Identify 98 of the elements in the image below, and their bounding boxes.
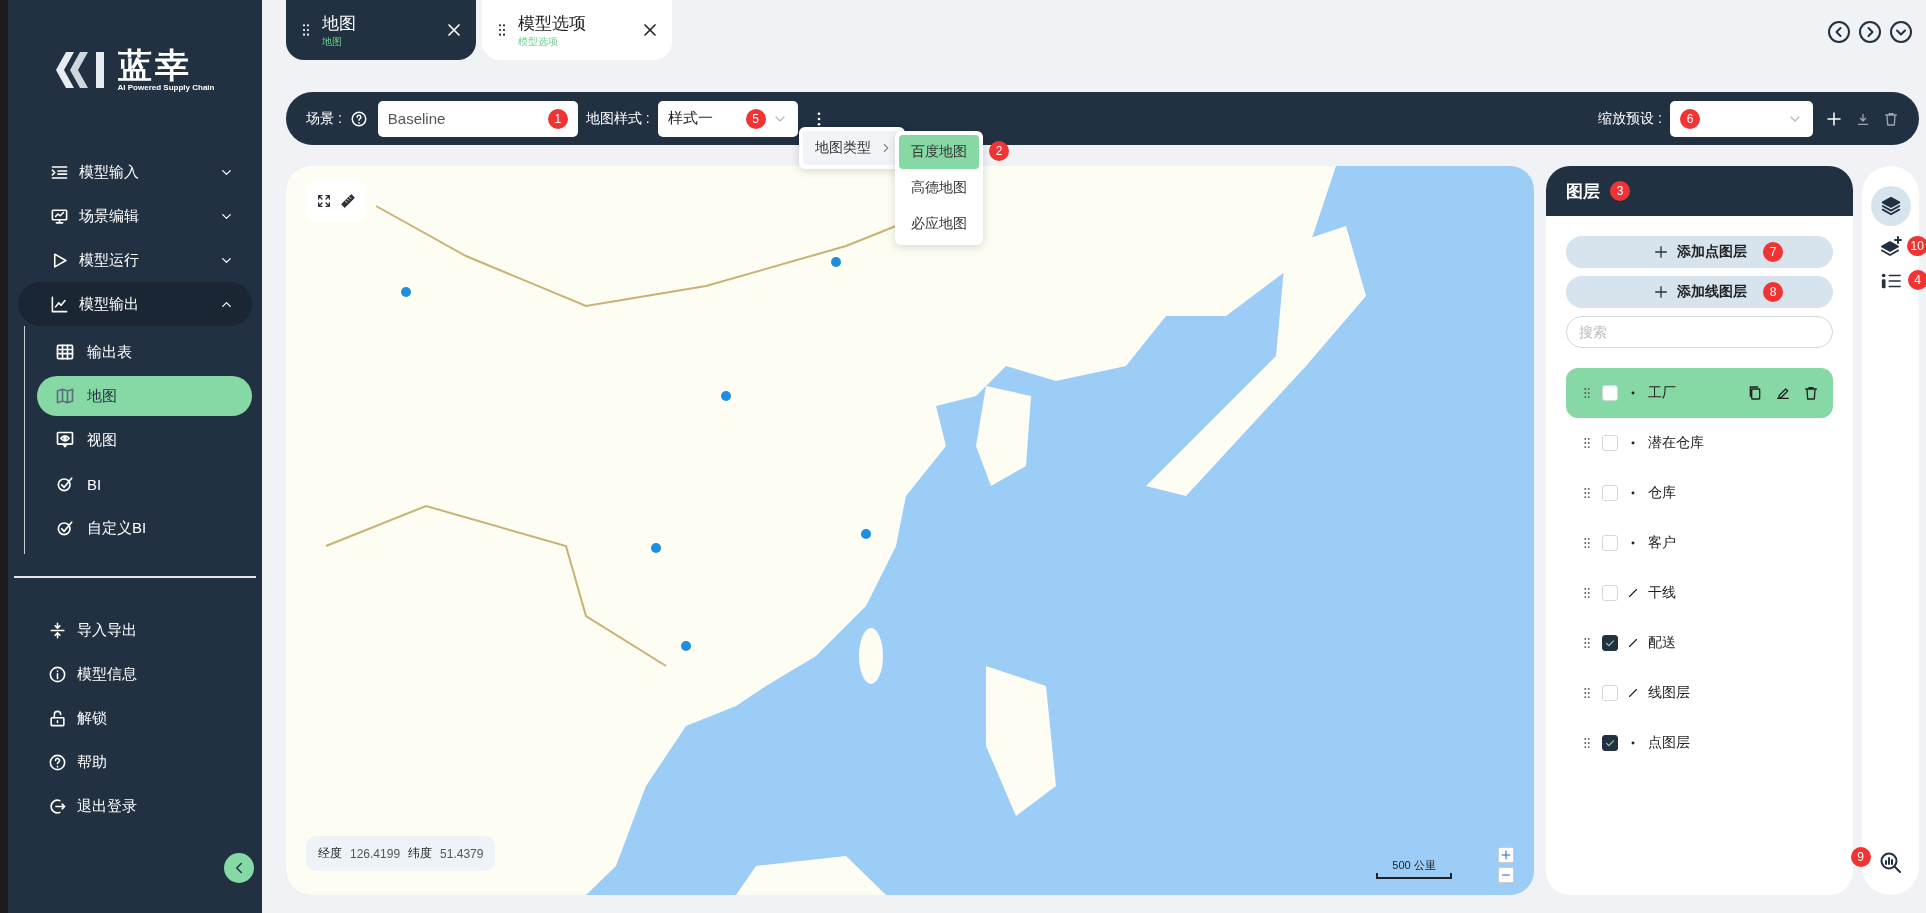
number-badge: 5 bbox=[745, 108, 766, 129]
layer-row[interactable]: 工厂 bbox=[1566, 368, 1833, 418]
map-icon bbox=[55, 386, 75, 406]
chart-search-icon[interactable] bbox=[1878, 851, 1903, 875]
tab-subtitle: 地图 bbox=[322, 34, 343, 49]
field-label: 场景 : bbox=[306, 109, 342, 128]
fullscreen-icon[interactable] bbox=[316, 193, 332, 209]
collapse-button[interactable] bbox=[224, 853, 254, 883]
monitor-eye-icon bbox=[55, 430, 75, 450]
layer-name: 线图层 bbox=[1648, 684, 1690, 702]
field-label: 缩放预设 : bbox=[1598, 109, 1662, 128]
plus-icon bbox=[1652, 284, 1669, 300]
line-icon bbox=[1626, 636, 1640, 650]
number-badge: 10 bbox=[1906, 236, 1926, 256]
chart-check-icon bbox=[55, 518, 75, 538]
line-chart-icon bbox=[50, 294, 69, 314]
field-value: Baseline bbox=[387, 110, 447, 127]
plus-icon bbox=[1652, 244, 1669, 260]
layer-name: 客户 bbox=[1648, 534, 1676, 552]
logo-tagline: AI Powered Supply Chain bbox=[117, 83, 215, 93]
nav-subitem[interactable]: 自定义BI bbox=[37, 508, 252, 548]
layer-name: 工厂 bbox=[1648, 384, 1676, 402]
info-icon bbox=[48, 664, 67, 684]
chart-check-icon bbox=[55, 474, 75, 494]
nav-item[interactable]: 模型输出 bbox=[18, 282, 252, 326]
previous-icon[interactable] bbox=[1827, 20, 1851, 44]
tab[interactable]: 地图 地图 bbox=[286, 0, 476, 60]
layer-row[interactable]: 仓库 bbox=[1566, 468, 1833, 518]
menu-item[interactable]: 百度地图 bbox=[899, 135, 979, 169]
tab[interactable]: 模型选项 模型选项 bbox=[482, 0, 672, 60]
layers-icon bbox=[1879, 195, 1902, 217]
coordinate-label: 纬度 bbox=[408, 845, 433, 862]
add-icon[interactable] bbox=[1825, 109, 1843, 128]
copy-icon[interactable] bbox=[1747, 385, 1763, 401]
logo-text: 蓝幸 bbox=[117, 47, 193, 84]
layer-row[interactable]: 干线 bbox=[1566, 568, 1833, 618]
panel-title: 图层 bbox=[1566, 180, 1600, 203]
nav-subitem[interactable]: 地图 bbox=[37, 376, 252, 416]
coordinate-value: 51.4379 bbox=[440, 846, 484, 861]
import-export-icon bbox=[48, 620, 67, 640]
help-icon[interactable] bbox=[349, 109, 368, 128]
layer-row[interactable]: 线图层 bbox=[1566, 668, 1833, 718]
nav-item[interactable]: 导入导出 bbox=[18, 608, 252, 652]
nav-item[interactable]: 模型信息 bbox=[18, 652, 252, 696]
delete-icon[interactable] bbox=[1803, 385, 1819, 401]
nav-subitem[interactable]: 视图 bbox=[37, 420, 252, 460]
scale-bar: 500 公里 bbox=[1376, 860, 1452, 879]
number-badge: 1 bbox=[547, 108, 568, 129]
line-icon bbox=[1626, 586, 1640, 600]
menu-item[interactable]: 高德地图 bbox=[899, 171, 979, 205]
number-badge: 2 bbox=[989, 141, 1009, 161]
field-value: 样式一 bbox=[667, 109, 714, 128]
layer-name: 干线 bbox=[1648, 584, 1676, 602]
nav-subitem[interactable]: BI bbox=[37, 464, 252, 504]
scene-field[interactable]: Baseline 1 bbox=[377, 100, 578, 137]
help-icon bbox=[48, 752, 67, 772]
layer-row[interactable]: 潜在仓库 bbox=[1566, 418, 1833, 468]
nav-subitem[interactable]: 输出表 bbox=[37, 332, 252, 372]
nav-item[interactable]: 场景编辑 bbox=[18, 194, 252, 238]
number-badge: 6 bbox=[1680, 108, 1700, 129]
layer-name: 仓库 bbox=[1648, 484, 1676, 502]
zoom-preset-select[interactable]: 6 bbox=[1670, 100, 1813, 137]
style-select[interactable]: 样式一 5 bbox=[657, 100, 798, 137]
plus-icon bbox=[1500, 849, 1512, 861]
unlock-icon bbox=[48, 708, 67, 728]
coordinate-label: 经度 bbox=[318, 845, 342, 862]
coordinate-value: 126.4199 bbox=[350, 846, 401, 861]
layer-name: 潜在仓库 bbox=[1648, 434, 1704, 452]
nav-item[interactable]: 模型运行 bbox=[18, 238, 252, 282]
tab-title: 地图 bbox=[322, 12, 357, 35]
nav-item[interactable]: 模型输入 bbox=[18, 150, 252, 194]
checkbox[interactable] bbox=[1602, 635, 1618, 651]
menu-item[interactable]: 必应地图 bbox=[899, 207, 979, 241]
next-icon[interactable] bbox=[1858, 20, 1882, 44]
logout-icon bbox=[48, 796, 67, 816]
tab-subtitle: 模型选项 bbox=[518, 34, 559, 49]
tab-title: 模型选项 bbox=[518, 12, 587, 35]
edit-icon[interactable] bbox=[1775, 385, 1791, 401]
layer-row[interactable]: 客户 bbox=[1566, 518, 1833, 568]
monitor-icon bbox=[50, 206, 69, 226]
field-label: 地图样式 : bbox=[585, 109, 650, 128]
search-field[interactable]: 搜索 bbox=[1566, 316, 1833, 348]
layer-row[interactable]: 配送 bbox=[1566, 618, 1833, 668]
line-icon bbox=[1626, 686, 1640, 700]
layers-button[interactable] bbox=[1870, 186, 1911, 226]
number-badge: 4 bbox=[1907, 270, 1926, 290]
layer-name: 配送 bbox=[1648, 634, 1676, 652]
table-icon bbox=[55, 342, 75, 362]
checkbox[interactable] bbox=[1602, 735, 1618, 751]
ruler-icon[interactable] bbox=[340, 193, 356, 209]
nav-item[interactable]: 退出登录 bbox=[18, 784, 252, 828]
layer-name: 点图层 bbox=[1648, 734, 1690, 752]
nav-item[interactable]: 解锁 bbox=[18, 696, 252, 740]
delete-icon[interactable] bbox=[1883, 110, 1899, 127]
layer-row[interactable]: 点图层 bbox=[1566, 718, 1833, 768]
dropdown-icon[interactable] bbox=[1889, 20, 1913, 44]
nav-item[interactable]: 帮助 bbox=[18, 740, 252, 784]
number-badge: 3 bbox=[1610, 181, 1630, 201]
